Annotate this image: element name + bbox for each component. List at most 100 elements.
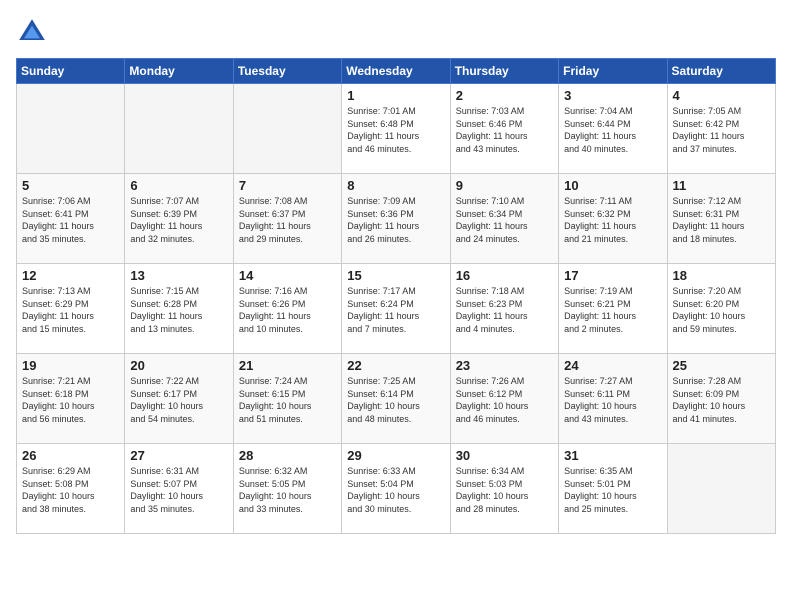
day-number: 16 [456, 268, 553, 283]
day-cell: 1Sunrise: 7:01 AM Sunset: 6:48 PM Daylig… [342, 84, 450, 174]
day-info: Sunrise: 7:08 AM Sunset: 6:37 PM Dayligh… [239, 195, 336, 245]
day-number: 29 [347, 448, 444, 463]
day-number: 19 [22, 358, 119, 373]
day-cell: 19 Sunrise: 7:21 AM Sunset: 6:18 PM Dayli… [17, 354, 125, 444]
weekday-thursday: Thursday [450, 59, 558, 84]
day-info: Sunrise: 7:03 AM Sunset: 6:46 PM Dayligh… [456, 105, 553, 155]
day-info: Sunrise: 7:13 AM Sunset: 6:29 PM Dayligh… [22, 285, 119, 335]
day-number: 8 [347, 178, 444, 193]
day-cell: 12 Sunrise: 7:13 AM Sunset: 6:29 PM Dayli… [17, 264, 125, 354]
day-cell: 23 Sunrise: 7:26 AM Sunset: 6:12 PM Dayli… [450, 354, 558, 444]
day-info: Sunrise: 7:24 AM Sunset: 6:15 PM Dayligh… [239, 375, 336, 425]
day-number: 14 [239, 268, 336, 283]
day-cell: 3 Sunrise: 7:04 AM Sunset: 6:44 PM Daylig… [559, 84, 667, 174]
page-header [16, 16, 776, 48]
day-info: Sunrise: 7:20 AM Sunset: 6:20 PM Dayligh… [673, 285, 770, 335]
day-info: Sunrise: 7:12 AM Sunset: 6:31 PM Dayligh… [673, 195, 770, 245]
day-number: 30 [456, 448, 553, 463]
day-info: Sunrise: 7:21 AM Sunset: 6:18 PM Dayligh… [22, 375, 119, 425]
day-cell: 25 Sunrise: 7:28 AM Sunset: 6:09 PM Dayli… [667, 354, 775, 444]
day-number: 18 [673, 268, 770, 283]
week-row-1: 1Sunrise: 7:01 AM Sunset: 6:48 PM Daylig… [17, 84, 776, 174]
weekday-saturday: Saturday [667, 59, 775, 84]
day-number: 21 [239, 358, 336, 373]
day-number: 3 [564, 88, 661, 103]
day-info: Sunrise: 6:29 AM Sunset: 5:08 PM Dayligh… [22, 465, 119, 515]
day-number: 4 [673, 88, 770, 103]
day-info: Sunrise: 6:31 AM Sunset: 5:07 PM Dayligh… [130, 465, 227, 515]
day-number: 31 [564, 448, 661, 463]
day-info: Sunrise: 7:19 AM Sunset: 6:21 PM Dayligh… [564, 285, 661, 335]
day-cell: 4 Sunrise: 7:05 AM Sunset: 6:42 PM Daylig… [667, 84, 775, 174]
weekday-tuesday: Tuesday [233, 59, 341, 84]
day-info: Sunrise: 7:17 AM Sunset: 6:24 PM Dayligh… [347, 285, 444, 335]
day-number: 12 [22, 268, 119, 283]
day-number: 26 [22, 448, 119, 463]
week-row-5: 26 Sunrise: 6:29 AM Sunset: 5:08 PM Dayli… [17, 444, 776, 534]
day-cell: 24 Sunrise: 7:27 AM Sunset: 6:11 PM Dayli… [559, 354, 667, 444]
day-cell: 8 Sunrise: 7:09 AM Sunset: 6:36 PM Daylig… [342, 174, 450, 264]
day-number: 5 [22, 178, 119, 193]
day-info: Sunrise: 7:28 AM Sunset: 6:09 PM Dayligh… [673, 375, 770, 425]
day-cell: 2 Sunrise: 7:03 AM Sunset: 6:46 PM Daylig… [450, 84, 558, 174]
day-info: Sunrise: 7:09 AM Sunset: 6:36 PM Dayligh… [347, 195, 444, 245]
day-info: Sunrise: 6:34 AM Sunset: 5:03 PM Dayligh… [456, 465, 553, 515]
day-cell: 14 Sunrise: 7:16 AM Sunset: 6:26 PM Dayli… [233, 264, 341, 354]
day-cell: 31 Sunrise: 6:35 AM Sunset: 5:01 PM Dayli… [559, 444, 667, 534]
day-number: 24 [564, 358, 661, 373]
day-cell: 15 Sunrise: 7:17 AM Sunset: 6:24 PM Dayli… [342, 264, 450, 354]
day-cell: 7 Sunrise: 7:08 AM Sunset: 6:37 PM Daylig… [233, 174, 341, 264]
day-cell: 30 Sunrise: 6:34 AM Sunset: 5:03 PM Dayli… [450, 444, 558, 534]
day-info: Sunrise: 6:35 AM Sunset: 5:01 PM Dayligh… [564, 465, 661, 515]
day-number: 20 [130, 358, 227, 373]
day-info: Sunrise: 7:22 AM Sunset: 6:17 PM Dayligh… [130, 375, 227, 425]
day-info: Sunrise: 7:04 AM Sunset: 6:44 PM Dayligh… [564, 105, 661, 155]
day-info: Sunrise: 6:33 AM Sunset: 5:04 PM Dayligh… [347, 465, 444, 515]
day-number: 23 [456, 358, 553, 373]
weekday-wednesday: Wednesday [342, 59, 450, 84]
day-number: 13 [130, 268, 227, 283]
day-number: 15 [347, 268, 444, 283]
day-cell [17, 84, 125, 174]
day-cell [233, 84, 341, 174]
day-info: Sunrise: 7:26 AM Sunset: 6:12 PM Dayligh… [456, 375, 553, 425]
day-cell: 21 Sunrise: 7:24 AM Sunset: 6:15 PM Dayli… [233, 354, 341, 444]
day-cell: 9Sunrise: 7:10 AM Sunset: 6:34 PM Daylig… [450, 174, 558, 264]
day-cell: 17Sunrise: 7:19 AM Sunset: 6:21 PM Dayli… [559, 264, 667, 354]
day-info: Sunrise: 7:10 AM Sunset: 6:34 PM Dayligh… [456, 195, 553, 245]
day-number: 1 [347, 88, 444, 103]
day-number: 7 [239, 178, 336, 193]
day-number: 25 [673, 358, 770, 373]
calendar-table: SundayMondayTuesdayWednesdayThursdayFrid… [16, 58, 776, 534]
day-info: Sunrise: 7:07 AM Sunset: 6:39 PM Dayligh… [130, 195, 227, 245]
day-cell: 13 Sunrise: 7:15 AM Sunset: 6:28 PM Dayli… [125, 264, 233, 354]
day-cell [667, 444, 775, 534]
day-info: Sunrise: 6:32 AM Sunset: 5:05 PM Dayligh… [239, 465, 336, 515]
day-info: Sunrise: 7:11 AM Sunset: 6:32 PM Dayligh… [564, 195, 661, 245]
day-number: 6 [130, 178, 227, 193]
day-info: Sunrise: 7:18 AM Sunset: 6:23 PM Dayligh… [456, 285, 553, 335]
weekday-header-row: SundayMondayTuesdayWednesdayThursdayFrid… [17, 59, 776, 84]
day-cell: 5Sunrise: 7:06 AM Sunset: 6:41 PM Daylig… [17, 174, 125, 264]
week-row-4: 19 Sunrise: 7:21 AM Sunset: 6:18 PM Dayli… [17, 354, 776, 444]
day-number: 28 [239, 448, 336, 463]
week-row-2: 5Sunrise: 7:06 AM Sunset: 6:41 PM Daylig… [17, 174, 776, 264]
week-row-3: 12 Sunrise: 7:13 AM Sunset: 6:29 PM Dayli… [17, 264, 776, 354]
day-number: 22 [347, 358, 444, 373]
day-info: Sunrise: 7:16 AM Sunset: 6:26 PM Dayligh… [239, 285, 336, 335]
day-cell: 26 Sunrise: 6:29 AM Sunset: 5:08 PM Dayli… [17, 444, 125, 534]
day-cell: 11 Sunrise: 7:12 AM Sunset: 6:31 PM Dayli… [667, 174, 775, 264]
logo [16, 16, 52, 48]
day-number: 10 [564, 178, 661, 193]
day-info: Sunrise: 7:27 AM Sunset: 6:11 PM Dayligh… [564, 375, 661, 425]
day-cell [125, 84, 233, 174]
day-cell: 10 Sunrise: 7:11 AM Sunset: 6:32 PM Dayli… [559, 174, 667, 264]
day-info: Sunrise: 7:05 AM Sunset: 6:42 PM Dayligh… [673, 105, 770, 155]
calendar-body: 1Sunrise: 7:01 AM Sunset: 6:48 PM Daylig… [17, 84, 776, 534]
day-cell: 16 Sunrise: 7:18 AM Sunset: 6:23 PM Dayli… [450, 264, 558, 354]
day-info: Sunrise: 7:15 AM Sunset: 6:28 PM Dayligh… [130, 285, 227, 335]
day-number: 11 [673, 178, 770, 193]
day-number: 2 [456, 88, 553, 103]
logo-icon [16, 16, 48, 48]
day-cell: 27Sunrise: 6:31 AM Sunset: 5:07 PM Dayli… [125, 444, 233, 534]
